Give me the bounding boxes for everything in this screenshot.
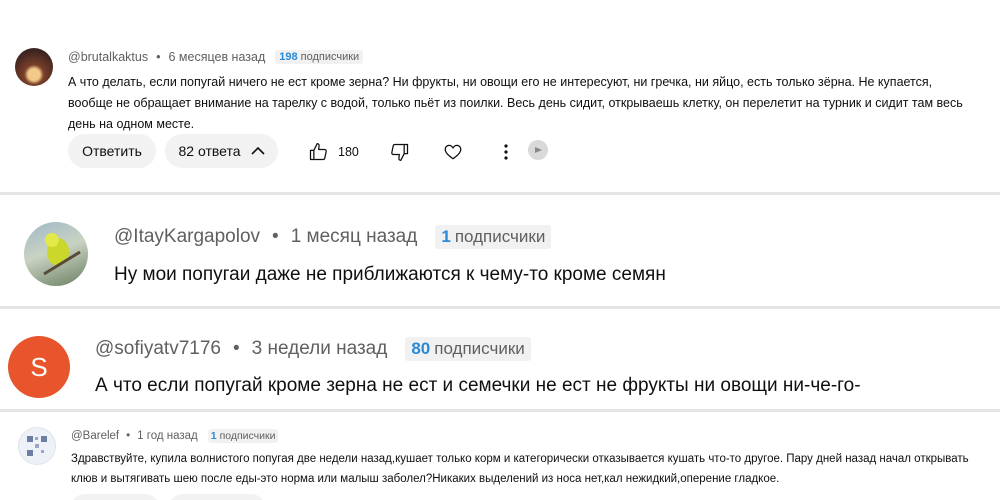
replies-toggle-button[interactable]: 82 ответа — [165, 134, 278, 168]
comment-time[interactable]: 1 месяц назад — [291, 226, 418, 248]
reply-button-partial[interactable] — [70, 494, 160, 500]
author-handle[interactable]: @ItayKargapolov — [114, 226, 260, 248]
thumb-up-icon — [308, 142, 328, 162]
qr-avatar-image — [27, 436, 47, 456]
comment-meta: @sofiyatv7176 • 3 недели назад 80 подпис… — [95, 336, 531, 362]
comment-time[interactable]: 3 недели назад — [252, 338, 388, 360]
avatar-letter: S — [30, 351, 48, 382]
subscriber-badge: 1 подписчики — [207, 429, 279, 443]
separator-dot: • — [126, 430, 131, 442]
divider — [0, 306, 1000, 309]
subscriber-label: подписчики — [219, 430, 276, 442]
avatar[interactable] — [24, 222, 88, 286]
comment-text: А что если попугай кроме зерна не ест и … — [95, 375, 861, 396]
comment-time[interactable]: 6 месяцев назад — [168, 50, 265, 64]
heart-button[interactable] — [441, 140, 465, 164]
subscriber-badge: 80 подписчики — [405, 337, 531, 361]
comment-text: Здравствуйте, купила волнистого попугая … — [71, 453, 969, 485]
subscriber-badge: 1 подписчики — [435, 225, 552, 249]
more-vert-icon — [503, 143, 509, 161]
comment-meta: @ItayKargapolov • 1 месяц назад 1 подпис… — [114, 224, 552, 250]
author-handle[interactable]: @Barelef — [71, 430, 119, 442]
replies-count-label: 82 ответа — [178, 143, 241, 159]
subscriber-label: подписчики — [454, 227, 546, 246]
separator-dot: • — [156, 50, 161, 64]
comment-meta: @brutalkaktus • 6 месяцев назад 198 подп… — [68, 48, 364, 66]
subscriber-count: 1 — [441, 227, 451, 246]
comment-time[interactable]: 1 год назад — [137, 430, 198, 442]
subscriber-count: 80 — [411, 339, 431, 358]
divider — [0, 192, 1000, 195]
thumb-down-icon — [390, 142, 410, 162]
heart-icon — [443, 142, 463, 162]
subscriber-label: подписчики — [300, 51, 360, 63]
chevron-up-icon — [250, 146, 265, 156]
divider — [0, 409, 1000, 412]
separator-dot: • — [232, 338, 240, 359]
comment-meta: @Barelef • 1 год назад 1 подписчики — [71, 428, 279, 444]
author-handle[interactable]: @brutalkaktus — [68, 50, 148, 64]
comment-text: А что делать, если попугай ничего не ест… — [68, 75, 963, 131]
reply-button[interactable]: Ответить — [68, 134, 156, 168]
avatar[interactable]: S — [8, 336, 70, 398]
reply-button-label: Ответить — [82, 143, 142, 159]
comment-text: Ну мои попугаи даже не приближаются к че… — [114, 264, 666, 285]
subscriber-count: 198 — [279, 51, 298, 63]
like-count: 180 — [338, 145, 359, 159]
author-handle[interactable]: @sofiyatv7176 — [95, 338, 221, 360]
avatar[interactable] — [18, 427, 56, 465]
replies-toggle-button-partial[interactable] — [168, 494, 266, 500]
avatar[interactable] — [15, 48, 53, 86]
parrot-image — [43, 233, 81, 276]
dislike-button[interactable] — [388, 140, 412, 164]
subscriber-label: подписчики — [434, 339, 525, 358]
separator-dot: • — [272, 226, 279, 247]
more-options-button[interactable] — [494, 140, 518, 164]
creator-heart-avatar — [528, 140, 548, 160]
like-button[interactable]: 180 — [308, 140, 359, 164]
subscriber-badge: 198 подписчики — [275, 50, 364, 64]
subscriber-count: 1 — [210, 430, 217, 442]
